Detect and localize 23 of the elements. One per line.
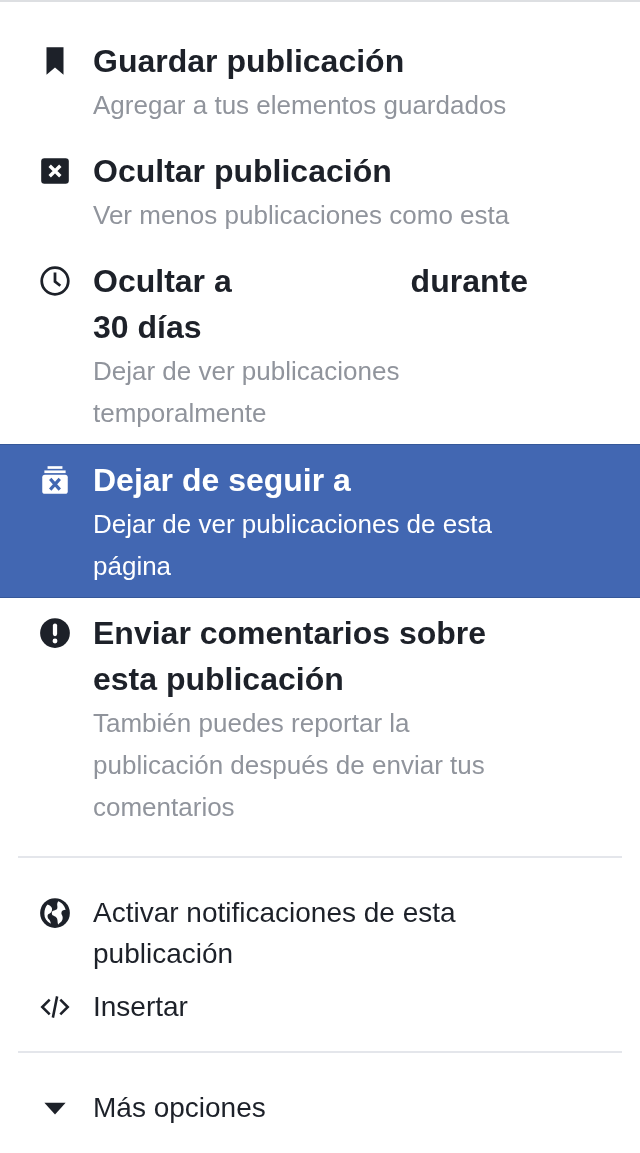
menu-item-title: 30 días: [93, 309, 202, 345]
menu-item-description: Dejar de ver publicaciones temporalmente: [93, 355, 401, 430]
menu-item[interactable]: Ocultar publicación Ver menos publicaciones como esta: [0, 136, 640, 246]
menu-item[interactable]: Más opciones: [93, 1087, 533, 1128]
menu-item-title: Dejar de seguir a: [93, 462, 351, 498]
menu-item-title: Enviar comentarios sobre esta publicación: [93, 615, 487, 697]
menu-item[interactable]: Dejar de seguir a Dejar de ver publicaciones de esta página: [0, 444, 640, 598]
globe-icon: [38, 896, 72, 930]
menu-item[interactable]: Activar notificaciones de esta publicación: [93, 892, 533, 974]
menu-item-description: También puedes reportar la publicación después de enviar tus comentarios: [93, 707, 486, 824]
exclamation-icon: [38, 616, 72, 650]
menu-item-title: Guardar publicación: [93, 43, 405, 79]
menu-item[interactable]: Ocultar a durante 30 días Dejar de ver publicaciones temporalmente: [0, 246, 640, 444]
menu-item-title: Ocultar a: [93, 263, 232, 299]
clock-icon: [38, 264, 72, 298]
menu-item-description: Agregar a tus elementos guardados: [93, 89, 508, 122]
menu-item-description: Ver menos publicaciones como esta: [93, 199, 511, 232]
menu-item[interactable]: Guardar publicación Agregar a tus elementos guardados: [0, 26, 640, 136]
menu-item-title: durante: [410, 263, 528, 299]
menu-item[interactable]: Enviar comentarios sobre esta publicación También puedes reportar la publicación después de enviar tus comentarios: [0, 598, 640, 838]
menu-item[interactable]: Insertar: [93, 986, 533, 1027]
menu-item-description: Dejar de ver publicaciones de esta página: [93, 508, 493, 583]
menu-item-title: Ocultar publicación: [93, 153, 392, 189]
